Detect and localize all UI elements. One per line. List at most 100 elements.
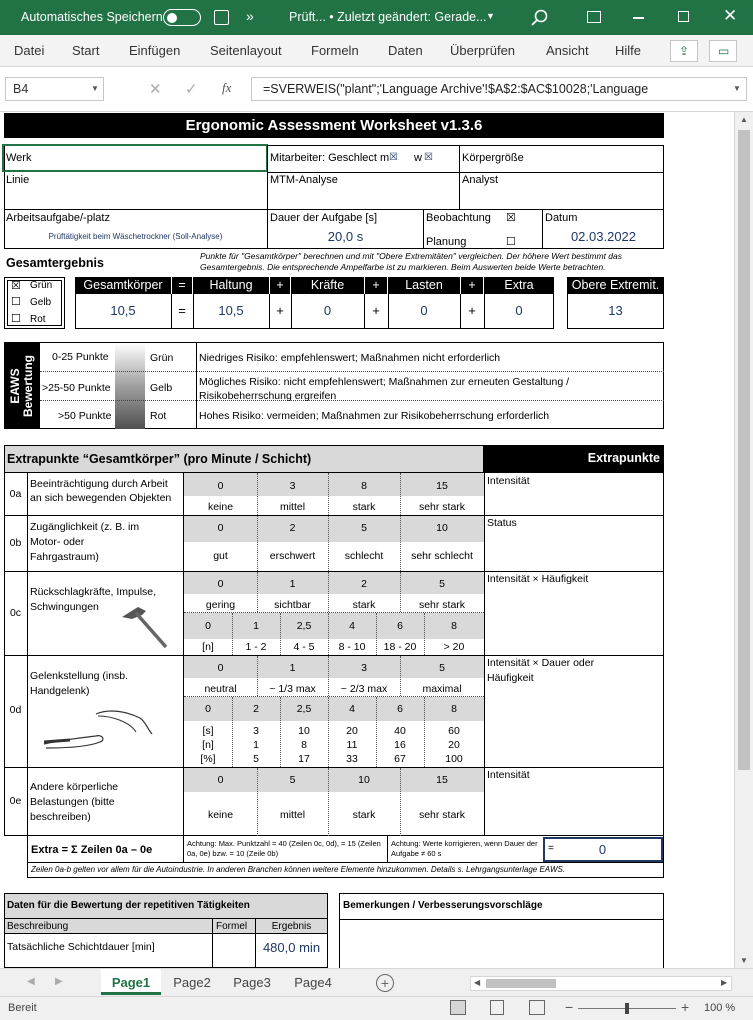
menu-formeln[interactable]: Formeln <box>311 43 359 58</box>
cancel-icon[interactable]: ✕ <box>149 80 162 98</box>
function-icon[interactable]: fx <box>222 80 231 96</box>
tab-page3[interactable]: Page3 <box>222 969 282 995</box>
r0e-num: 0 <box>217 774 224 786</box>
rot-checkbox[interactable]: ☐ <box>11 312 21 325</box>
share-icon[interactable]: ⇪ <box>670 40 698 62</box>
haltung-header: Haltung <box>193 277 269 294</box>
risk-color-high: Rot <box>150 410 167 422</box>
hscroll-thumb[interactable] <box>486 979 556 988</box>
menu-datei[interactable]: Datei <box>14 43 44 58</box>
enter-icon[interactable]: ✓ <box>185 80 198 98</box>
zoom-level[interactable]: 100 % <box>704 1002 735 1014</box>
r0d-num: 5 <box>439 662 445 674</box>
expand-icon[interactable]: ▼ <box>733 84 741 93</box>
sheet-tabs-bar: ◀ ▶ Page1 Page2 Page3 Page4 + ◀ ▶ <box>0 968 753 996</box>
close-icon[interactable]: ✕ <box>723 6 737 26</box>
gelb-label: Gelb <box>30 297 52 308</box>
r0b-word: schlecht <box>344 550 384 562</box>
tab-page4[interactable]: Page4 <box>283 969 343 995</box>
normal-view-icon[interactable] <box>450 1000 466 1015</box>
tab-next-icon[interactable]: ▶ <box>55 976 63 987</box>
menu-seitenlayout[interactable]: Seitenlayout <box>210 43 282 58</box>
scroll-down-icon[interactable]: ▼ <box>740 956 748 965</box>
page-break-icon[interactable] <box>529 1000 545 1015</box>
r0a-num: 8 <box>361 480 367 492</box>
gender-m-checkbox[interactable]: ☒ <box>389 152 398 163</box>
gelb-checkbox[interactable]: ☐ <box>11 295 21 308</box>
planung-checkbox[interactable]: ☐ <box>506 235 516 248</box>
chevron-down-icon[interactable]: ▼ <box>486 11 495 21</box>
menu-ansicht[interactable]: Ansicht <box>546 43 589 58</box>
horizontal-scrollbar[interactable]: ◀ ▶ <box>470 976 732 991</box>
tab-prev-icon[interactable]: ◀ <box>27 976 35 987</box>
ribbon-display-icon[interactable] <box>587 11 601 23</box>
zoom-in-icon[interactable]: + <box>681 999 689 1015</box>
scroll-right-icon[interactable]: ▶ <box>721 978 727 987</box>
r0d-p: 5 <box>253 753 259 765</box>
menu-einfuegen[interactable]: Einfügen <box>129 43 180 58</box>
more-icon[interactable]: » <box>246 8 254 24</box>
menu-ueberpruefen[interactable]: Überprüfen <box>450 43 515 58</box>
r0a-right: Intensität <box>487 475 530 487</box>
r0d-p: 33 <box>346 753 358 765</box>
menu-start[interactable]: Start <box>72 43 99 58</box>
gender-w-label: w <box>414 152 422 164</box>
minimize-icon[interactable] <box>633 17 644 19</box>
vertical-scrollbar[interactable]: ▲ ▼ <box>734 112 753 968</box>
autosave-toggle[interactable] <box>163 9 201 26</box>
r0c-num2: 4 <box>349 620 355 632</box>
dauer-value: 20,0 s <box>327 229 364 244</box>
add-sheet-icon[interactable]: + <box>376 974 394 992</box>
r0c-right: Intensität × Häufigkeit <box>487 573 589 585</box>
filename[interactable]: Prüft... • Zuletzt geändert: Gerade... <box>289 10 487 24</box>
r0e-word: keine <box>207 809 234 821</box>
menu-hilfe[interactable]: Hilfe <box>615 43 641 58</box>
mitarbeiter-label: Mitarbeiter: Geschlect m <box>270 152 390 164</box>
save-icon[interactable] <box>214 10 229 25</box>
gruen-checkbox[interactable]: ☒ <box>11 279 21 292</box>
chevron-down-icon[interactable]: ▼ <box>91 84 99 93</box>
name-box[interactable]: B4 ▼ <box>5 77 104 101</box>
r0d-word: neutral <box>204 683 237 695</box>
zoom-slider-thumb[interactable] <box>625 1003 629 1014</box>
task-value: Prüftätigkeit beim Wäschetrockner (Soll-… <box>48 232 223 241</box>
schicht-label: Tatsächliche Schichtdauer [min] <box>7 941 155 953</box>
werk-label: Werk <box>6 152 32 164</box>
row-label-0a: Beeinträchtigung durch Arbeit an sich be… <box>30 478 172 504</box>
scroll-thumb[interactable] <box>738 130 750 770</box>
r0d-num: 0 <box>217 662 224 674</box>
menu-daten[interactable]: Daten <box>388 43 423 58</box>
tab-page2[interactable]: Page2 <box>162 969 222 995</box>
maximize-icon[interactable] <box>678 11 689 22</box>
tab-page1[interactable]: Page1 <box>101 969 161 995</box>
selected-cell[interactable] <box>2 144 268 172</box>
worksheet[interactable]: Ergonomic Assessment Worksheet v1.3.6 We… <box>0 112 734 968</box>
beobachtung-checkbox[interactable]: ☒ <box>506 211 516 224</box>
search-icon[interactable] <box>531 9 549 27</box>
hammer-icon <box>122 607 168 649</box>
r0e-num: 15 <box>436 774 448 786</box>
r0d-word: ~ 2/3 max <box>340 683 388 695</box>
r0a-num: 15 <box>436 480 448 492</box>
zoom-out-icon[interactable]: − <box>565 999 573 1015</box>
row-label-0d: Gelenkstellung (insb. Handgelenk) <box>30 670 129 697</box>
arbeitsaufgabe-label: Arbeitsaufgabe/-platz <box>6 212 110 224</box>
r0a-num: 0 <box>217 480 224 492</box>
page-layout-icon[interactable] <box>490 1000 504 1015</box>
r0d-s: [s] <box>202 725 214 737</box>
kraefte-header: Kräfte <box>291 277 364 294</box>
r0c-freq: 1 - 2 <box>245 641 267 653</box>
scroll-up-icon[interactable]: ▲ <box>740 115 748 124</box>
gesamt-value: 10,5 <box>110 303 136 318</box>
kraefte-value: 0 <box>323 303 332 318</box>
r0d-num: 1 <box>289 662 296 674</box>
comment-icon[interactable]: ▭ <box>709 40 737 62</box>
r0c-num2: 8 <box>451 620 457 632</box>
scroll-left-icon[interactable]: ◀ <box>474 978 480 987</box>
formula-input[interactable]: =SVERWEIS("plant";'Language Archive'!$A$… <box>251 77 747 101</box>
r0c-num2: 6 <box>397 620 403 632</box>
r0d-n: 16 <box>394 739 406 751</box>
r0d-n: 11 <box>346 739 358 751</box>
achtung-max: Achtung: Max. Punktzahl = 40 (Zeilen 0c,… <box>187 839 381 858</box>
gender-w-checkbox[interactable]: ☒ <box>424 152 433 163</box>
